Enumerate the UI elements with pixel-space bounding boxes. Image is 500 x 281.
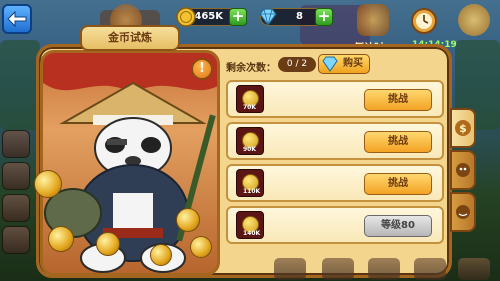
buy-attempts-button[interactable]: 购买 xyxy=(318,54,370,74)
diamond-icon xyxy=(259,8,277,27)
gold-coin-icon xyxy=(176,7,196,27)
tab-trial-3[interactable] xyxy=(450,192,476,232)
reward-amount: 90K xyxy=(243,146,256,153)
bottom-menu-button[interactable] xyxy=(322,258,354,280)
bottom-menu-button[interactable] xyxy=(368,258,400,280)
left-menu-button[interactable] xyxy=(2,226,30,254)
tab-trial-2[interactable] xyxy=(450,150,476,190)
gold-coin-decoration xyxy=(48,226,74,252)
challenge-row: 70K 挑战 xyxy=(226,80,444,118)
gold-counter: 3465K + xyxy=(176,7,247,27)
gold-coin-decoration xyxy=(96,232,120,256)
left-menu-button[interactable] xyxy=(2,162,30,190)
bottom-menu-button[interactable] xyxy=(274,258,306,280)
tab-gold-trial[interactable]: $ xyxy=(450,108,476,148)
reward-amount: 110K xyxy=(243,188,261,195)
challenge-button[interactable]: 挑战 xyxy=(364,89,432,111)
challenge-button[interactable]: 挑战 xyxy=(364,173,432,195)
panel-title: 金币试炼 xyxy=(80,25,180,51)
back-button[interactable] xyxy=(2,4,32,34)
diamond-icon xyxy=(322,56,338,72)
challenge-row: 90K 挑战 xyxy=(226,122,444,160)
back-arrow-icon xyxy=(7,11,27,27)
treasure-icon[interactable] xyxy=(357,4,389,36)
gold-coin-icon: $ xyxy=(455,120,471,136)
reward-box: 90K xyxy=(236,127,264,155)
svg-text:$: $ xyxy=(459,122,467,135)
bottom-menu-button[interactable] xyxy=(458,258,490,280)
reward-amount: 70K xyxy=(243,104,256,111)
gem-amount: 8 xyxy=(296,11,303,22)
creature-icon xyxy=(456,163,470,177)
challenge-button[interactable]: 挑战 xyxy=(364,131,432,153)
gold-coin-decoration xyxy=(150,244,172,266)
alarm-clock-icon xyxy=(411,8,437,34)
reward-amount: 140K xyxy=(243,230,261,237)
quest-icon[interactable] xyxy=(458,4,490,36)
gold-coin-decoration xyxy=(176,208,200,232)
add-gold-button[interactable]: + xyxy=(229,8,247,26)
left-menu-button[interactable] xyxy=(2,130,30,158)
reward-box: 70K xyxy=(236,85,264,113)
reward-box: 140K xyxy=(236,211,264,239)
remaining-attempts-count: 0 / 2 xyxy=(278,57,316,72)
bottom-menu-button[interactable] xyxy=(414,258,446,280)
gold-coin-decoration xyxy=(34,170,62,198)
challenge-row: 110K 挑战 xyxy=(226,164,444,202)
gem-counter: 8 + xyxy=(259,8,333,27)
info-button[interactable]: ! xyxy=(191,58,213,80)
level-locked-button[interactable]: 等级80 xyxy=(364,215,432,237)
add-gem-button[interactable]: + xyxy=(315,8,333,26)
challenge-row: 140K 等级80 xyxy=(226,206,444,244)
remaining-attempts-label: 剩余次数： xyxy=(226,63,276,74)
reward-box: 110K xyxy=(236,169,264,197)
clock-icon[interactable] xyxy=(408,4,440,36)
gold-coin-decoration xyxy=(190,236,212,258)
left-menu-button[interactable] xyxy=(2,194,30,222)
creature-icon xyxy=(456,205,470,219)
buy-label: 购买 xyxy=(343,58,363,69)
